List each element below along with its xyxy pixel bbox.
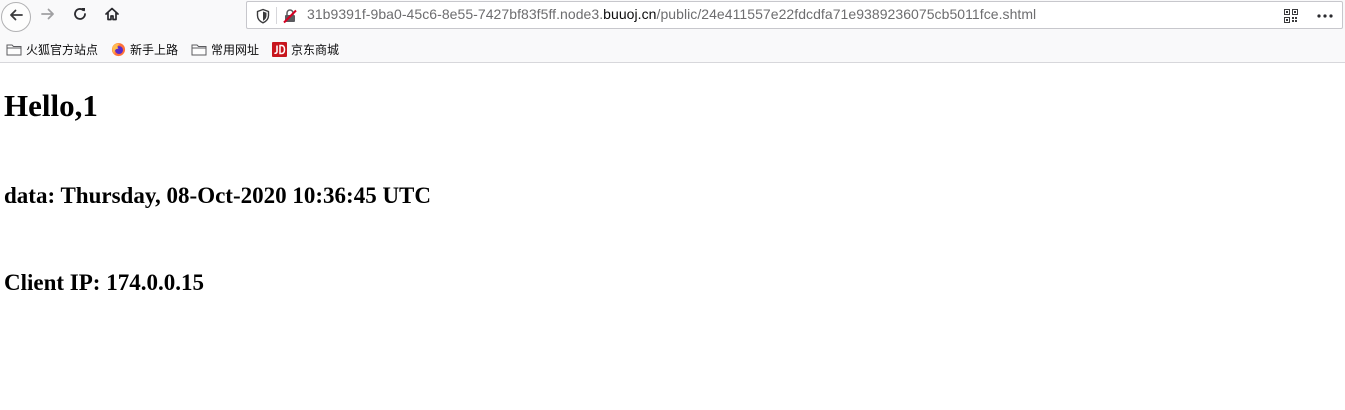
bookmarks-bar: 火狐官方站点 新手上路 常用网址 京东商城	[0, 32, 1345, 63]
home-button[interactable]	[98, 2, 126, 30]
bookmark-item[interactable]: 火狐官方站点	[6, 40, 98, 58]
url-text[interactable]: 31b9391f-9ba0-45c6-8e55-7427bf83f5ff.nod…	[307, 6, 1036, 22]
bookmark-item[interactable]: 常用网址	[191, 40, 259, 58]
reload-button[interactable]	[66, 2, 94, 30]
bookmark-label: 常用网址	[211, 42, 260, 57]
jd-icon	[271, 41, 287, 57]
back-button[interactable]	[1, 2, 31, 32]
bookmark-item[interactable]: 新手上路	[110, 40, 178, 58]
shield-icon[interactable]	[254, 7, 272, 25]
address-bar[interactable]: 31b9391f-9ba0-45c6-8e55-7427bf83f5ff.nod…	[246, 1, 1343, 29]
back-arrow-icon	[8, 7, 24, 27]
bookmark-label: 火狐官方站点	[26, 42, 99, 57]
greeting-heading: Hello,1	[4, 88, 98, 123]
client-ip-heading: Client IP: 174.0.0.15	[4, 270, 204, 295]
folder-icon	[191, 42, 207, 56]
forward-arrow-icon	[40, 6, 56, 26]
page-content: Hello,1 data: Thursday, 08-Oct-2020 10:3…	[0, 64, 1345, 410]
bookmark-label: 京东商城	[291, 42, 340, 57]
url-path: /public/24e411557e22fdcdfa71e9389236075c…	[656, 6, 1037, 22]
reload-icon	[72, 6, 88, 26]
forward-button[interactable]	[34, 2, 62, 30]
address-bar-separator	[276, 7, 277, 24]
navigation-toolbar: 31b9391f-9ba0-45c6-8e55-7427bf83f5ff.nod…	[0, 0, 1345, 32]
home-icon	[104, 6, 120, 26]
folder-icon	[6, 42, 22, 56]
date-heading: data: Thursday, 08-Oct-2020 10:36:45 UTC	[4, 183, 432, 208]
url-domain: buuoj.cn	[603, 6, 657, 22]
more-dots-icon[interactable]	[1314, 7, 1336, 25]
firefox-icon	[110, 42, 126, 56]
qr-code-icon[interactable]	[1282, 7, 1300, 25]
url-prefix: 31b9391f-9ba0-45c6-8e55-7427bf83f5ff.nod…	[307, 6, 604, 22]
bookmark-label: 新手上路	[130, 42, 179, 57]
bookmark-item[interactable]: 京东商城	[271, 40, 339, 58]
insecure-lock-icon[interactable]	[281, 7, 299, 25]
